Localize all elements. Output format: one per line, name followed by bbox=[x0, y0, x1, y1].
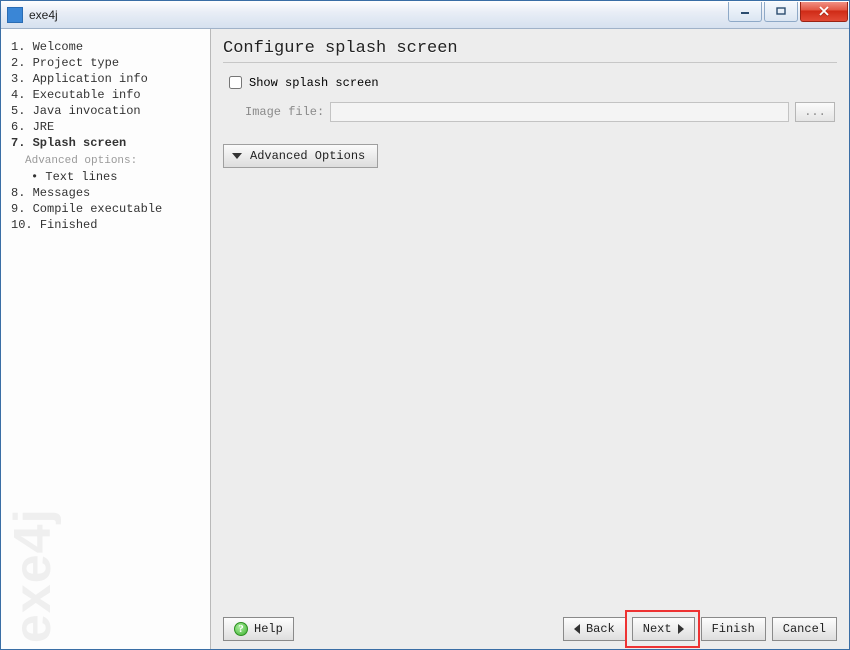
step-java-invocation[interactable]: 5. Java invocation bbox=[11, 103, 202, 119]
step-project-type[interactable]: 2. Project type bbox=[11, 55, 202, 71]
image-file-row: Image file: ... bbox=[223, 92, 837, 122]
minimize-button[interactable] bbox=[728, 2, 762, 22]
maximize-icon bbox=[776, 7, 786, 15]
maximize-button[interactable] bbox=[764, 2, 798, 22]
footer: ? Help Back Next Finish Cancel bbox=[223, 609, 837, 641]
page-title: Configure splash screen bbox=[223, 39, 837, 63]
image-file-label: Image file: bbox=[245, 105, 324, 119]
image-file-input[interactable] bbox=[330, 102, 789, 122]
titlebar[interactable]: exe4j bbox=[1, 1, 849, 29]
cancel-button[interactable]: Cancel bbox=[772, 617, 837, 641]
advanced-options-header: Advanced options: bbox=[11, 153, 202, 169]
advanced-options-button[interactable]: Advanced Options bbox=[223, 144, 378, 168]
help-button[interactable]: ? Help bbox=[223, 617, 294, 641]
window-title: exe4j bbox=[29, 8, 58, 22]
step-compile[interactable]: 9. Compile executable bbox=[11, 201, 202, 217]
show-splash-checkbox[interactable] bbox=[229, 76, 242, 89]
step-splash-screen[interactable]: 7. Splash screen bbox=[11, 135, 202, 151]
step-executable-info[interactable]: 4. Executable info bbox=[11, 87, 202, 103]
step-welcome[interactable]: 1. Welcome bbox=[11, 39, 202, 55]
main-panel: Configure splash screen Show splash scre… bbox=[211, 29, 849, 649]
body: 1. Welcome 2. Project type 3. Applicatio… bbox=[1, 29, 849, 649]
finish-button[interactable]: Finish bbox=[701, 617, 766, 641]
step-application-info[interactable]: 3. Application info bbox=[11, 71, 202, 87]
step-advanced-sub: Advanced options: • Text lines bbox=[11, 153, 202, 185]
step-finished[interactable]: 10. Finished bbox=[11, 217, 202, 233]
sidebar: 1. Welcome 2. Project type 3. Applicatio… bbox=[1, 29, 211, 649]
close-icon bbox=[818, 6, 830, 16]
chevron-down-icon bbox=[232, 153, 242, 159]
sub-text-lines[interactable]: • Text lines bbox=[11, 169, 202, 185]
step-list: 1. Welcome 2. Project type 3. Applicatio… bbox=[11, 39, 202, 233]
close-button[interactable] bbox=[800, 2, 848, 22]
arrow-right-icon bbox=[678, 624, 684, 634]
show-splash-row[interactable]: Show splash screen bbox=[223, 73, 837, 92]
next-button[interactable]: Next bbox=[632, 617, 695, 641]
sidebar-brand: exe4j bbox=[3, 508, 63, 643]
form-area: Show splash screen Image file: ... Advan… bbox=[223, 63, 837, 168]
back-button[interactable]: Back bbox=[563, 617, 626, 641]
show-splash-label: Show splash screen bbox=[249, 76, 379, 90]
app-icon bbox=[7, 7, 23, 23]
arrow-left-icon bbox=[574, 624, 580, 634]
window-controls bbox=[726, 2, 848, 22]
footer-right: Back Next Finish Cancel bbox=[563, 617, 837, 641]
browse-button[interactable]: ... bbox=[795, 102, 835, 122]
step-jre[interactable]: 6. JRE bbox=[11, 119, 202, 135]
minimize-icon bbox=[740, 7, 750, 15]
help-icon: ? bbox=[234, 622, 248, 636]
app-window: exe4j 1. Welcome 2. Project type 3. Appl… bbox=[0, 0, 850, 650]
step-messages[interactable]: 8. Messages bbox=[11, 185, 202, 201]
